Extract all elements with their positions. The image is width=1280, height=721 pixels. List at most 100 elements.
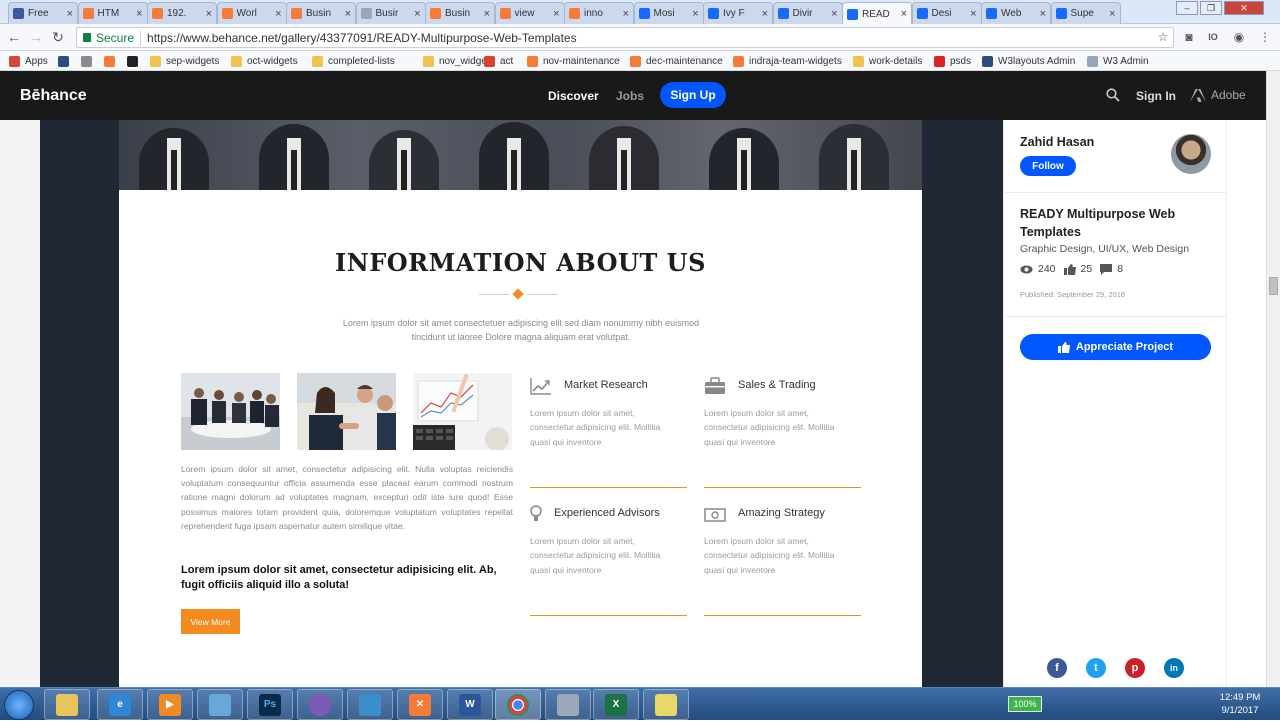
taskbar-excel[interactable]: X — [593, 689, 639, 720]
project-tags[interactable]: Graphic Design, UI/UX, Web Design — [1020, 243, 1189, 255]
close-tab-icon[interactable]: × — [553, 8, 559, 20]
taskbar-explorer[interactable] — [44, 689, 90, 720]
browser-tab[interactable]: Divir × — [772, 2, 843, 24]
close-tab-icon[interactable]: × — [1109, 8, 1115, 20]
sign-in-link[interactable]: Sign In — [1136, 89, 1176, 103]
browser-tab[interactable]: view × — [494, 2, 565, 24]
close-tab-icon[interactable]: × — [275, 8, 281, 20]
taskbar-chart-app[interactable] — [643, 689, 689, 720]
bookmark-item[interactable]: act — [484, 54, 513, 68]
view-more-button[interactable]: View More — [181, 609, 240, 634]
adobe-link[interactable]: Adobe — [1190, 88, 1246, 102]
close-tab-icon[interactable]: × — [831, 8, 837, 20]
browser-tab[interactable]: inno × — [564, 2, 634, 24]
back-arrow-icon[interactable]: ← — [6, 29, 22, 45]
close-tab-icon[interactable]: × — [623, 8, 629, 20]
browser-tab[interactable]: Supe × — [1050, 2, 1121, 24]
bookmark-item[interactable]: Apps — [9, 54, 48, 68]
forward-arrow-icon[interactable]: → — [28, 29, 44, 45]
browser-tab[interactable]: 192. × — [147, 2, 217, 24]
bookmark-item[interactable]: dec-maintenance — [630, 54, 723, 68]
taskbar-app[interactable] — [197, 689, 243, 720]
browser-tab[interactable]: Worl × — [216, 2, 287, 24]
bookmark-item[interactable]: work-details — [853, 54, 922, 68]
taskbar-media-player[interactable]: ▶ — [147, 689, 193, 720]
close-tab-icon[interactable]: × — [206, 8, 212, 20]
bookmark-item[interactable]: W3 Admin — [1087, 54, 1149, 68]
minimize-window-button[interactable]: – — [1176, 1, 1198, 15]
calculator-icon — [557, 693, 579, 716]
folder-icon — [231, 55, 242, 67]
clock[interactable]: 12:49 PM 9/1/2017 — [1210, 691, 1270, 717]
taskbar-chrome[interactable] — [495, 689, 541, 720]
camera-extension-icon[interactable]: ◙ — [1182, 30, 1196, 44]
close-tab-icon[interactable]: × — [414, 8, 420, 20]
bookmark-item[interactable] — [127, 54, 143, 68]
restore-window-button[interactable]: ❐ — [1200, 1, 1222, 15]
browser-tab[interactable]: Busin × — [425, 2, 495, 24]
start-button[interactable] — [4, 690, 34, 720]
behance-logo[interactable]: Bēhance — [20, 87, 87, 105]
close-tab-icon[interactable]: × — [345, 8, 351, 20]
menu-kebab-icon[interactable]: ⋮ — [1258, 30, 1272, 44]
close-tab-icon[interactable]: × — [970, 8, 976, 20]
nav-jobs-link[interactable]: Jobs — [616, 89, 644, 103]
bookmark-item[interactable]: oct-widgets — [231, 54, 298, 68]
taskbar-internet-explorer[interactable]: e — [97, 689, 143, 720]
bookmark-star-icon[interactable]: ☆ — [1156, 30, 1170, 44]
scrollbar-thumb[interactable] — [1269, 277, 1278, 295]
close-tab-icon[interactable]: × — [1040, 8, 1046, 20]
bookmark-item[interactable] — [81, 54, 97, 68]
adobe-logo-icon — [1190, 88, 1206, 102]
battery-indicator[interactable]: 100% — [1008, 696, 1042, 712]
browser-tab[interactable]: READ × — [842, 2, 912, 25]
taskbar-photoshop[interactable]: Ps — [247, 689, 293, 720]
browser-tab[interactable]: Desi × — [911, 2, 982, 24]
browser-tab[interactable]: Busir × — [355, 2, 426, 24]
feature-title: Amazing Strategy — [738, 507, 825, 519]
search-icon[interactable] — [1106, 88, 1120, 102]
extension-io-icon[interactable]: IO — [1206, 30, 1220, 44]
avatar[interactable] — [1171, 134, 1211, 174]
close-tab-icon[interactable]: × — [901, 8, 907, 20]
taskbar-viber[interactable] — [297, 689, 343, 720]
sign-up-button[interactable]: Sign Up — [660, 82, 726, 108]
page-scrollbar[interactable] — [1266, 71, 1280, 687]
taskbar-calculator[interactable] — [545, 689, 591, 720]
xampp-icon — [430, 8, 441, 19]
bookmark-item[interactable]: W3layouts Admin — [982, 54, 1075, 68]
taskbar-network[interactable] — [347, 689, 393, 720]
bookmark-item[interactable] — [58, 54, 74, 68]
facebook-icon[interactable]: f — [1047, 658, 1067, 678]
browser-tab[interactable]: Mosi × — [633, 2, 704, 24]
linkedin-icon[interactable]: in — [1164, 658, 1184, 678]
bookmark-item[interactable]: nov-maintenance — [527, 54, 620, 68]
browser-tab[interactable]: Web × — [981, 2, 1051, 24]
browser-tab[interactable]: Free × — [8, 2, 78, 24]
close-tab-icon[interactable]: × — [762, 8, 768, 20]
taskbar-word[interactable]: W — [447, 689, 493, 720]
screenshot-extension-icon[interactable]: ◉ — [1232, 30, 1246, 44]
owner-name-link[interactable]: Zahid Hasan — [1020, 135, 1094, 149]
browser-tab[interactable]: Ivy F × — [703, 2, 773, 24]
nav-discover-link[interactable]: Discover — [548, 89, 599, 103]
bookmark-item[interactable]: completed-lists — [312, 54, 395, 68]
pinterest-icon[interactable]: p — [1125, 658, 1145, 678]
bookmark-item[interactable]: psds — [934, 54, 971, 68]
taskbar-xampp[interactable]: ✕ — [397, 689, 443, 720]
bookmark-item[interactable] — [104, 54, 120, 68]
close-tab-icon[interactable]: × — [67, 8, 73, 20]
follow-button[interactable]: Follow — [1020, 156, 1076, 176]
browser-tab[interactable]: HTM × — [77, 2, 148, 24]
close-tab-icon[interactable]: × — [692, 8, 698, 20]
bookmark-item[interactable]: sep-widgets — [150, 54, 219, 68]
appreciate-project-button[interactable]: Appreciate Project — [1020, 334, 1211, 360]
close-window-button[interactable]: ✕ — [1224, 1, 1264, 15]
address-bar[interactable]: Secure https://www.behance.net/gallery/4… — [76, 27, 1174, 48]
close-tab-icon[interactable]: × — [136, 8, 142, 20]
reload-icon[interactable]: ↻ — [50, 29, 66, 45]
browser-tab[interactable]: Busin × — [286, 2, 356, 24]
close-tab-icon[interactable]: × — [484, 8, 490, 20]
twitter-icon[interactable]: t — [1086, 658, 1106, 678]
bookmark-item[interactable]: indraja-team-widgets — [733, 54, 842, 68]
